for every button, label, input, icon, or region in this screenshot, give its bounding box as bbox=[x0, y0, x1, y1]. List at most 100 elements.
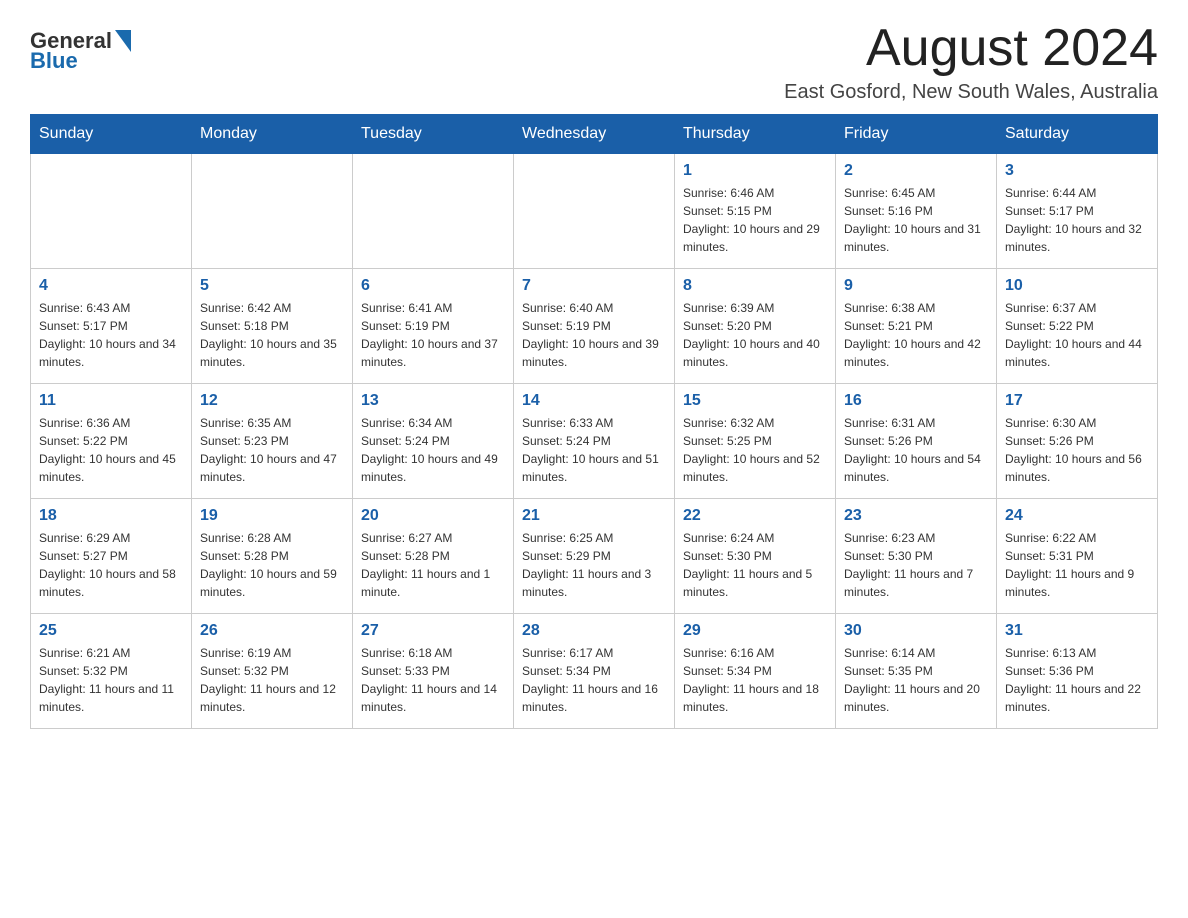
day-number: 3 bbox=[1005, 162, 1149, 180]
day-info: Sunrise: 6:21 AMSunset: 5:32 PMDaylight:… bbox=[39, 644, 183, 716]
day-info: Sunrise: 6:34 AMSunset: 5:24 PMDaylight:… bbox=[361, 414, 505, 486]
location-title: East Gosford, New South Wales, Australia bbox=[784, 81, 1158, 104]
day-info: Sunrise: 6:38 AMSunset: 5:21 PMDaylight:… bbox=[844, 299, 988, 371]
day-number: 11 bbox=[39, 392, 183, 410]
calendar-cell: 13 Sunrise: 6:34 AMSunset: 5:24 PMDayligh… bbox=[353, 384, 514, 499]
day-number: 13 bbox=[361, 392, 505, 410]
calendar-cell: 7 Sunrise: 6:40 AMSunset: 5:19 PMDaylight… bbox=[514, 269, 675, 384]
calendar-cell bbox=[31, 154, 192, 269]
calendar-cell bbox=[353, 154, 514, 269]
calendar-cell: 6 Sunrise: 6:41 AMSunset: 5:19 PMDaylight… bbox=[353, 269, 514, 384]
calendar-cell: 28Sunrise: 6:17 AMSunset: 5:34 PMDayligh… bbox=[514, 614, 675, 729]
calendar-header-wednesday: Wednesday bbox=[514, 115, 675, 154]
calendar-cell: 8 Sunrise: 6:39 AMSunset: 5:20 PMDaylight… bbox=[675, 269, 836, 384]
calendar-cell: 17 Sunrise: 6:30 AMSunset: 5:26 PMDayligh… bbox=[997, 384, 1158, 499]
day-number: 19 bbox=[200, 507, 344, 525]
calendar-cell: 5 Sunrise: 6:42 AMSunset: 5:18 PMDaylight… bbox=[192, 269, 353, 384]
day-number: 8 bbox=[683, 277, 827, 295]
day-info: Sunrise: 6:16 AMSunset: 5:34 PMDaylight:… bbox=[683, 644, 827, 716]
calendar-cell: 23 Sunrise: 6:23 AMSunset: 5:30 PMDayligh… bbox=[836, 499, 997, 614]
day-info: Sunrise: 6:30 AMSunset: 5:26 PMDaylight:… bbox=[1005, 414, 1149, 486]
day-info: Sunrise: 6:37 AMSunset: 5:22 PMDaylight:… bbox=[1005, 299, 1149, 371]
logo-arrow-icon bbox=[115, 30, 137, 52]
day-number: 21 bbox=[522, 507, 666, 525]
calendar-header-thursday: Thursday bbox=[675, 115, 836, 154]
calendar-cell: 2 Sunrise: 6:45 AMSunset: 5:16 PMDaylight… bbox=[836, 154, 997, 269]
day-number: 29 bbox=[683, 622, 827, 640]
day-info: Sunrise: 6:29 AMSunset: 5:27 PMDaylight:… bbox=[39, 529, 183, 601]
day-number: 23 bbox=[844, 507, 988, 525]
calendar-cell: 29 Sunrise: 6:16 AMSunset: 5:34 PMDayligh… bbox=[675, 614, 836, 729]
logo-blue-text: Blue bbox=[30, 48, 78, 74]
day-number: 2 bbox=[844, 162, 988, 180]
calendar-cell: 10Sunrise: 6:37 AMSunset: 5:22 PMDayligh… bbox=[997, 269, 1158, 384]
day-number: 20 bbox=[361, 507, 505, 525]
day-number: 30 bbox=[844, 622, 988, 640]
calendar-cell: 9 Sunrise: 6:38 AMSunset: 5:21 PMDaylight… bbox=[836, 269, 997, 384]
day-number: 24 bbox=[1005, 507, 1149, 525]
day-info: Sunrise: 6:19 AMSunset: 5:32 PMDaylight:… bbox=[200, 644, 344, 716]
day-number: 6 bbox=[361, 277, 505, 295]
day-info: Sunrise: 6:14 AMSunset: 5:35 PMDaylight:… bbox=[844, 644, 988, 716]
calendar-table: SundayMondayTuesdayWednesdayThursdayFrid… bbox=[30, 114, 1158, 729]
calendar-cell: 11 Sunrise: 6:36 AMSunset: 5:22 PMDayligh… bbox=[31, 384, 192, 499]
day-info: Sunrise: 6:44 AMSunset: 5:17 PMDaylight:… bbox=[1005, 184, 1149, 256]
day-number: 14 bbox=[522, 392, 666, 410]
day-info: Sunrise: 6:39 AMSunset: 5:20 PMDaylight:… bbox=[683, 299, 827, 371]
day-info: Sunrise: 6:28 AMSunset: 5:28 PMDaylight:… bbox=[200, 529, 344, 601]
day-number: 26 bbox=[200, 622, 344, 640]
day-info: Sunrise: 6:24 AMSunset: 5:30 PMDaylight:… bbox=[683, 529, 827, 601]
calendar-cell: 20 Sunrise: 6:27 AMSunset: 5:28 PMDayligh… bbox=[353, 499, 514, 614]
day-info: Sunrise: 6:45 AMSunset: 5:16 PMDaylight:… bbox=[844, 184, 988, 256]
day-number: 25 bbox=[39, 622, 183, 640]
calendar-cell: 18Sunrise: 6:29 AMSunset: 5:27 PMDayligh… bbox=[31, 499, 192, 614]
day-number: 15 bbox=[683, 392, 827, 410]
calendar-cell: 21 Sunrise: 6:25 AMSunset: 5:29 PMDayligh… bbox=[514, 499, 675, 614]
day-number: 9 bbox=[844, 277, 988, 295]
calendar-cell: 12 Sunrise: 6:35 AMSunset: 5:23 PMDayligh… bbox=[192, 384, 353, 499]
day-info: Sunrise: 6:13 AMSunset: 5:36 PMDaylight:… bbox=[1005, 644, 1149, 716]
day-number: 17 bbox=[1005, 392, 1149, 410]
day-info: Sunrise: 6:43 AMSunset: 5:17 PMDaylight:… bbox=[39, 299, 183, 371]
calendar-cell: 16Sunrise: 6:31 AMSunset: 5:26 PMDayligh… bbox=[836, 384, 997, 499]
calendar-cell: 30 Sunrise: 6:14 AMSunset: 5:35 PMDayligh… bbox=[836, 614, 997, 729]
logo: General Blue bbox=[30, 28, 137, 74]
calendar-cell: 14 Sunrise: 6:33 AMSunset: 5:24 PMDayligh… bbox=[514, 384, 675, 499]
day-info: Sunrise: 6:35 AMSunset: 5:23 PMDaylight:… bbox=[200, 414, 344, 486]
day-number: 22 bbox=[683, 507, 827, 525]
day-number: 27 bbox=[361, 622, 505, 640]
calendar-cell bbox=[192, 154, 353, 269]
calendar-cell: 31Sunrise: 6:13 AMSunset: 5:36 PMDayligh… bbox=[997, 614, 1158, 729]
day-info: Sunrise: 6:36 AMSunset: 5:22 PMDaylight:… bbox=[39, 414, 183, 486]
calendar-cell: 27 Sunrise: 6:18 AMSunset: 5:33 PMDayligh… bbox=[353, 614, 514, 729]
calendar-cell: 15Sunrise: 6:32 AMSunset: 5:25 PMDayligh… bbox=[675, 384, 836, 499]
calendar-cell: 25 Sunrise: 6:21 AMSunset: 5:32 PMDayligh… bbox=[31, 614, 192, 729]
day-info: Sunrise: 6:40 AMSunset: 5:19 PMDaylight:… bbox=[522, 299, 666, 371]
day-info: Sunrise: 6:33 AMSunset: 5:24 PMDaylight:… bbox=[522, 414, 666, 486]
calendar-header-friday: Friday bbox=[836, 115, 997, 154]
week-row-1: 1Sunrise: 6:46 AMSunset: 5:15 PMDaylight… bbox=[31, 154, 1158, 269]
day-number: 5 bbox=[200, 277, 344, 295]
day-info: Sunrise: 6:27 AMSunset: 5:28 PMDaylight:… bbox=[361, 529, 505, 601]
calendar-cell: 22 Sunrise: 6:24 AMSunset: 5:30 PMDayligh… bbox=[675, 499, 836, 614]
calendar-header-tuesday: Tuesday bbox=[353, 115, 514, 154]
day-number: 12 bbox=[200, 392, 344, 410]
calendar-header-sunday: Sunday bbox=[31, 115, 192, 154]
day-info: Sunrise: 6:42 AMSunset: 5:18 PMDaylight:… bbox=[200, 299, 344, 371]
calendar-cell: 26 Sunrise: 6:19 AMSunset: 5:32 PMDayligh… bbox=[192, 614, 353, 729]
calendar-header-monday: Monday bbox=[192, 115, 353, 154]
day-info: Sunrise: 6:41 AMSunset: 5:19 PMDaylight:… bbox=[361, 299, 505, 371]
week-row-5: 25 Sunrise: 6:21 AMSunset: 5:32 PMDayligh… bbox=[31, 614, 1158, 729]
day-info: Sunrise: 6:17 AMSunset: 5:34 PMDaylight:… bbox=[522, 644, 666, 716]
day-info: Sunrise: 6:25 AMSunset: 5:29 PMDaylight:… bbox=[522, 529, 666, 601]
calendar-cell bbox=[514, 154, 675, 269]
day-info: Sunrise: 6:18 AMSunset: 5:33 PMDaylight:… bbox=[361, 644, 505, 716]
month-title: August 2024 bbox=[784, 20, 1158, 77]
calendar-cell: 24 Sunrise: 6:22 AMSunset: 5:31 PMDayligh… bbox=[997, 499, 1158, 614]
day-info: Sunrise: 6:22 AMSunset: 5:31 PMDaylight:… bbox=[1005, 529, 1149, 601]
week-row-2: 4Sunrise: 6:43 AMSunset: 5:17 PMDaylight… bbox=[31, 269, 1158, 384]
day-number: 16 bbox=[844, 392, 988, 410]
day-number: 7 bbox=[522, 277, 666, 295]
day-info: Sunrise: 6:23 AMSunset: 5:30 PMDaylight:… bbox=[844, 529, 988, 601]
calendar-cell: 4Sunrise: 6:43 AMSunset: 5:17 PMDaylight… bbox=[31, 269, 192, 384]
